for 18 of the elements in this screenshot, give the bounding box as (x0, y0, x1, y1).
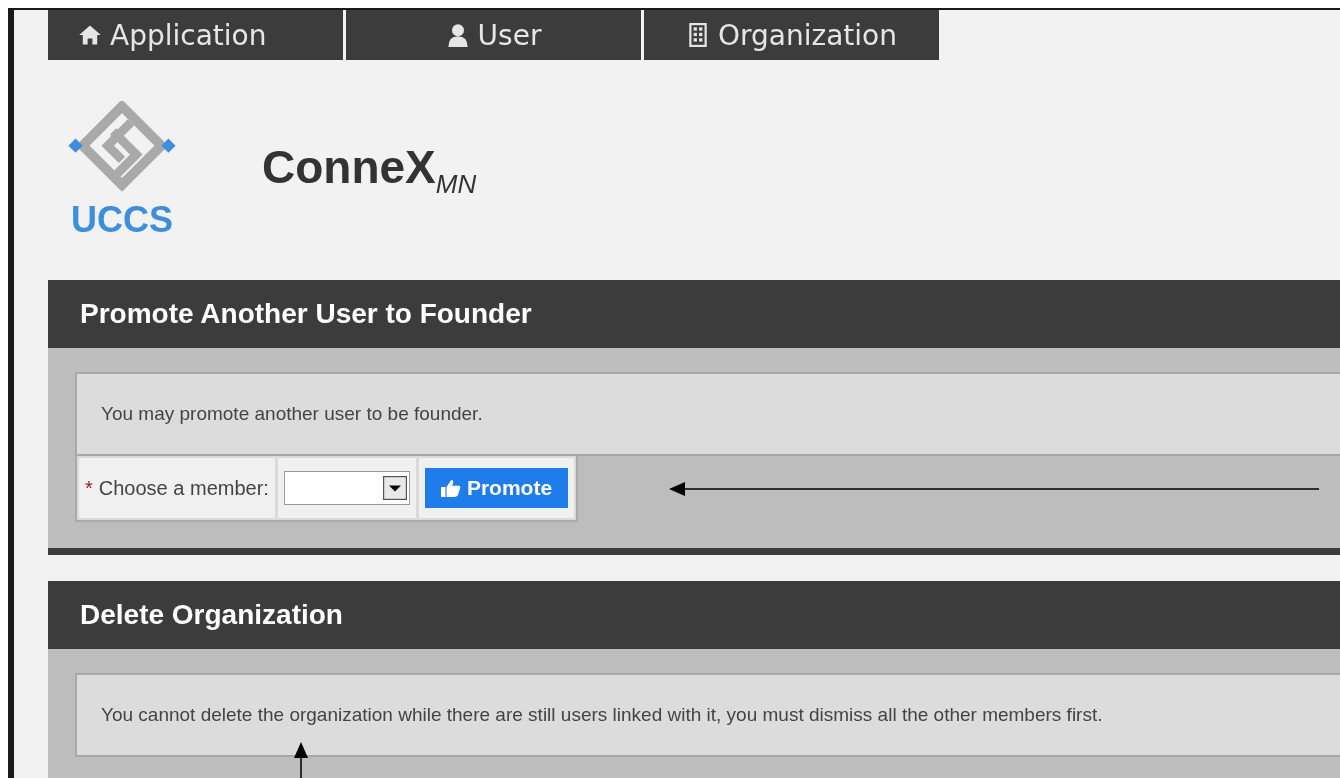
app-title: ConneX$_{MN}$ (262, 139, 477, 201)
nav-tab[interactable]: User (346, 10, 641, 60)
user-icon (445, 23, 470, 47)
thumbs-up-icon (440, 479, 461, 497)
building-icon (686, 23, 710, 47)
nav-tab[interactable]: Application (48, 10, 343, 60)
section-title: Promote Another User to Founder (80, 298, 532, 330)
field-label: Choose a member: (98, 476, 269, 500)
required-mark: * (85, 476, 93, 500)
section-title: Delete Organization (80, 599, 343, 631)
member-select[interactable] (283, 471, 410, 505)
annotation-arrow (294, 742, 308, 778)
promote-button[interactable]: Promote (424, 468, 569, 508)
home-icon (78, 23, 102, 47)
nav-tab[interactable]: Organization (644, 10, 939, 60)
message-text: You cannot delete the organization while there are still users linked with it, you must dismiss all the other members first. (101, 704, 1103, 726)
logo-text: UCCS (71, 201, 173, 239)
message-text: You may promote another user to be founder. (101, 403, 483, 425)
